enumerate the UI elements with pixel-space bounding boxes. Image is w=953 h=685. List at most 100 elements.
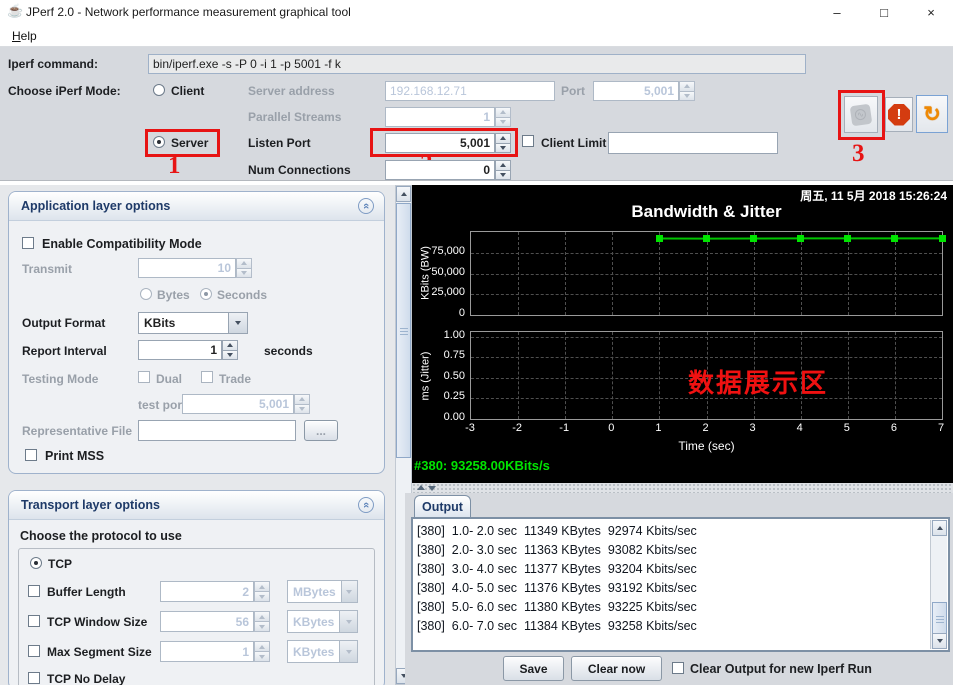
tcp-window-label: TCP Window Size: [47, 615, 147, 629]
test-port-stepper[interactable]: [294, 394, 310, 414]
trade-label: Trade: [219, 372, 251, 386]
parallel-streams-label: Parallel Streams: [248, 110, 341, 124]
client-limit-field[interactable]: [608, 132, 778, 154]
tcp-window-value: 56: [236, 615, 249, 629]
seconds-radio[interactable]: [200, 288, 212, 300]
bandwidth-plot: [470, 231, 943, 316]
report-interval-field[interactable]: 1: [138, 340, 222, 360]
output-format-label: Output Format: [22, 316, 105, 330]
buffer-length-stepper[interactable]: [254, 581, 270, 602]
minimize-icon[interactable]: –: [817, 0, 857, 25]
tcp-window-unit-select[interactable]: KBytes: [287, 610, 358, 633]
report-interval-value: 1: [210, 343, 217, 357]
seconds-label: Seconds: [217, 288, 267, 302]
client-limit-checkbox[interactable]: [522, 135, 534, 147]
y-tick-label: 1.00: [415, 329, 465, 341]
splitter-handle[interactable]: [412, 483, 953, 493]
report-interval-label: Report Interval: [22, 344, 107, 358]
output-line: [380] 5.0- 6.0 sec 11380 KBytes 93225 Kb…: [417, 598, 928, 617]
clear-now-button[interactable]: Clear now: [571, 656, 662, 681]
restart-button[interactable]: ↻: [916, 95, 948, 133]
annotation-box-1: [145, 129, 220, 157]
chart-title: Bandwidth & Jitter: [470, 202, 943, 222]
scroll-down-icon[interactable]: [932, 633, 947, 649]
tcp-no-delay-checkbox[interactable]: [28, 672, 40, 684]
max-segment-unit-select[interactable]: KBytes: [287, 640, 358, 663]
print-mss-label: Print MSS: [45, 449, 104, 463]
parallel-streams-field[interactable]: 1: [385, 107, 495, 127]
browse-button[interactable]: ...: [304, 420, 338, 441]
parallel-streams-value: 1: [483, 110, 490, 124]
max-segment-field[interactable]: 1: [160, 641, 254, 662]
tab-output[interactable]: Output: [414, 495, 471, 518]
grid-line: [659, 332, 660, 419]
x-tick-label: 3: [738, 422, 768, 434]
bytes-radio[interactable]: [140, 288, 152, 300]
num-connections-field[interactable]: 0: [385, 160, 495, 180]
output-log[interactable]: [380] 1.0- 2.0 sec 11349 KBytes 92974 Kb…: [411, 517, 950, 652]
x-tick-label: 1: [643, 422, 673, 434]
combo-arrow-icon: [228, 313, 247, 333]
iperf-command-field[interactable]: bin/iperf.exe -s -P 0 -i 1 -p 5001 -f k: [148, 54, 806, 74]
tcp-window-stepper[interactable]: [254, 611, 270, 632]
report-interval-stepper[interactable]: [222, 340, 238, 360]
max-segment-stepper[interactable]: [254, 641, 270, 662]
annotation-number-1: 1: [168, 152, 181, 180]
x-tick-label: 5: [832, 422, 862, 434]
buffer-length-checkbox[interactable]: [28, 585, 40, 597]
server-address-field[interactable]: 192.168.12.71: [385, 81, 555, 101]
transport-layer-header[interactable]: Transport layer options «: [9, 491, 384, 520]
application-layer-header[interactable]: Application layer options «: [9, 192, 384, 221]
clear-output-checkbox[interactable]: [672, 662, 684, 674]
dual-checkbox[interactable]: [138, 371, 150, 383]
parallel-streams-stepper[interactable]: [495, 107, 511, 127]
tcp-radio[interactable]: [30, 557, 42, 569]
output-scrollbar[interactable]: [930, 520, 947, 649]
port-stepper[interactable]: [679, 81, 695, 101]
buffer-length-label: Buffer Length: [47, 585, 126, 599]
enable-compat-checkbox[interactable]: [22, 237, 34, 249]
scroll-up-icon[interactable]: [932, 520, 947, 536]
x-tick-label: -3: [455, 422, 485, 434]
splitter-expand-down-icon[interactable]: [428, 486, 436, 491]
transmit-field[interactable]: 10: [138, 258, 236, 278]
output-line: [380] 1.0- 2.0 sec 11349 KBytes 92974 Kb…: [417, 522, 928, 541]
num-connections-stepper[interactable]: [495, 160, 511, 180]
scroll-up-icon[interactable]: [396, 186, 411, 202]
y-tick-label: 25,000: [415, 286, 465, 298]
close-icon[interactable]: ×: [911, 0, 951, 25]
port-field[interactable]: 5,001: [593, 81, 679, 101]
x-tick-label: 0: [596, 422, 626, 434]
collapse-up-icon[interactable]: «: [358, 198, 374, 214]
grid-line: [612, 332, 613, 419]
print-mss-checkbox[interactable]: [25, 449, 37, 461]
tcp-no-delay-label: TCP No Delay: [47, 672, 125, 685]
x-tick-label: 4: [785, 422, 815, 434]
transmit-stepper[interactable]: [236, 258, 252, 278]
stop-button[interactable]: !: [885, 97, 913, 132]
max-segment-checkbox[interactable]: [28, 645, 40, 657]
output-scrollbar-thumb[interactable]: [932, 602, 947, 635]
dual-label: Dual: [156, 372, 182, 386]
save-button[interactable]: Save: [503, 656, 564, 681]
transmit-label: Transmit: [22, 262, 72, 276]
representative-file-field[interactable]: [138, 420, 296, 441]
x-axis-label: Time (sec): [470, 439, 943, 453]
tcp-window-checkbox[interactable]: [28, 615, 40, 627]
tcp-window-field[interactable]: 56: [160, 611, 254, 632]
buffer-length-field[interactable]: 2: [160, 581, 254, 602]
output-section: Output [380] 1.0- 2.0 sec 11349 KBytes 9…: [405, 493, 953, 685]
client-radio[interactable]: [153, 84, 165, 96]
mode-label: Choose iPerf Mode:: [8, 84, 121, 98]
output-format-select[interactable]: KBits: [138, 312, 248, 334]
maximize-icon[interactable]: □: [864, 0, 904, 25]
splitter-expand-up-icon[interactable]: [417, 485, 425, 490]
trade-checkbox[interactable]: [201, 371, 213, 383]
grid-line: [471, 253, 942, 254]
collapse-up-icon[interactable]: «: [358, 497, 374, 513]
buffer-length-unit-select[interactable]: MBytes: [287, 580, 358, 603]
test-port-field[interactable]: 5,001: [182, 394, 294, 414]
options-scrollbar-thumb[interactable]: [396, 203, 411, 458]
help-menu[interactable]: Help: [8, 28, 41, 44]
server-address-label: Server address: [248, 84, 335, 98]
